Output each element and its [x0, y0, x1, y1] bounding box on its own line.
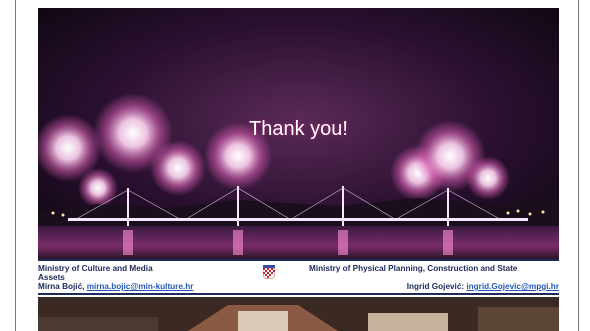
- slide-title: Thank you!: [249, 118, 348, 140]
- right-contact-name: Ingrid Gojević:: [406, 282, 465, 291]
- left-organization-line2: Assets: [38, 273, 65, 282]
- right-contact-email-link[interactable]: ingrid.Gojevic@mpgi.hr: [466, 282, 559, 291]
- bottom-photo-strip: [38, 297, 559, 331]
- left-contact-name: Mirna Bojić,: [38, 282, 85, 291]
- slide-footer: Ministry of Culture and Media Assets Mir…: [38, 259, 559, 297]
- croatian-coat-of-arms-icon: [263, 265, 275, 279]
- right-contact: Ingrid Gojević: ingrid.Gojevic@mpgi.hr: [407, 282, 559, 291]
- slide-canvas: Thank you!: [38, 8, 559, 259]
- left-organization-line1: Ministry of Culture and Media: [38, 264, 153, 273]
- right-organization: Ministry of Physical Planning, Construct…: [309, 264, 518, 273]
- rooftops-photo: [38, 297, 559, 331]
- footer-top-rule: [38, 259, 559, 261]
- left-contact: Mirna Bojić, mirna.bojic@min-kulture.hr: [38, 282, 193, 291]
- left-contact-email-link[interactable]: mirna.bojic@min-kulture.hr: [87, 282, 194, 291]
- footer-bottom-rule: [38, 293, 559, 295]
